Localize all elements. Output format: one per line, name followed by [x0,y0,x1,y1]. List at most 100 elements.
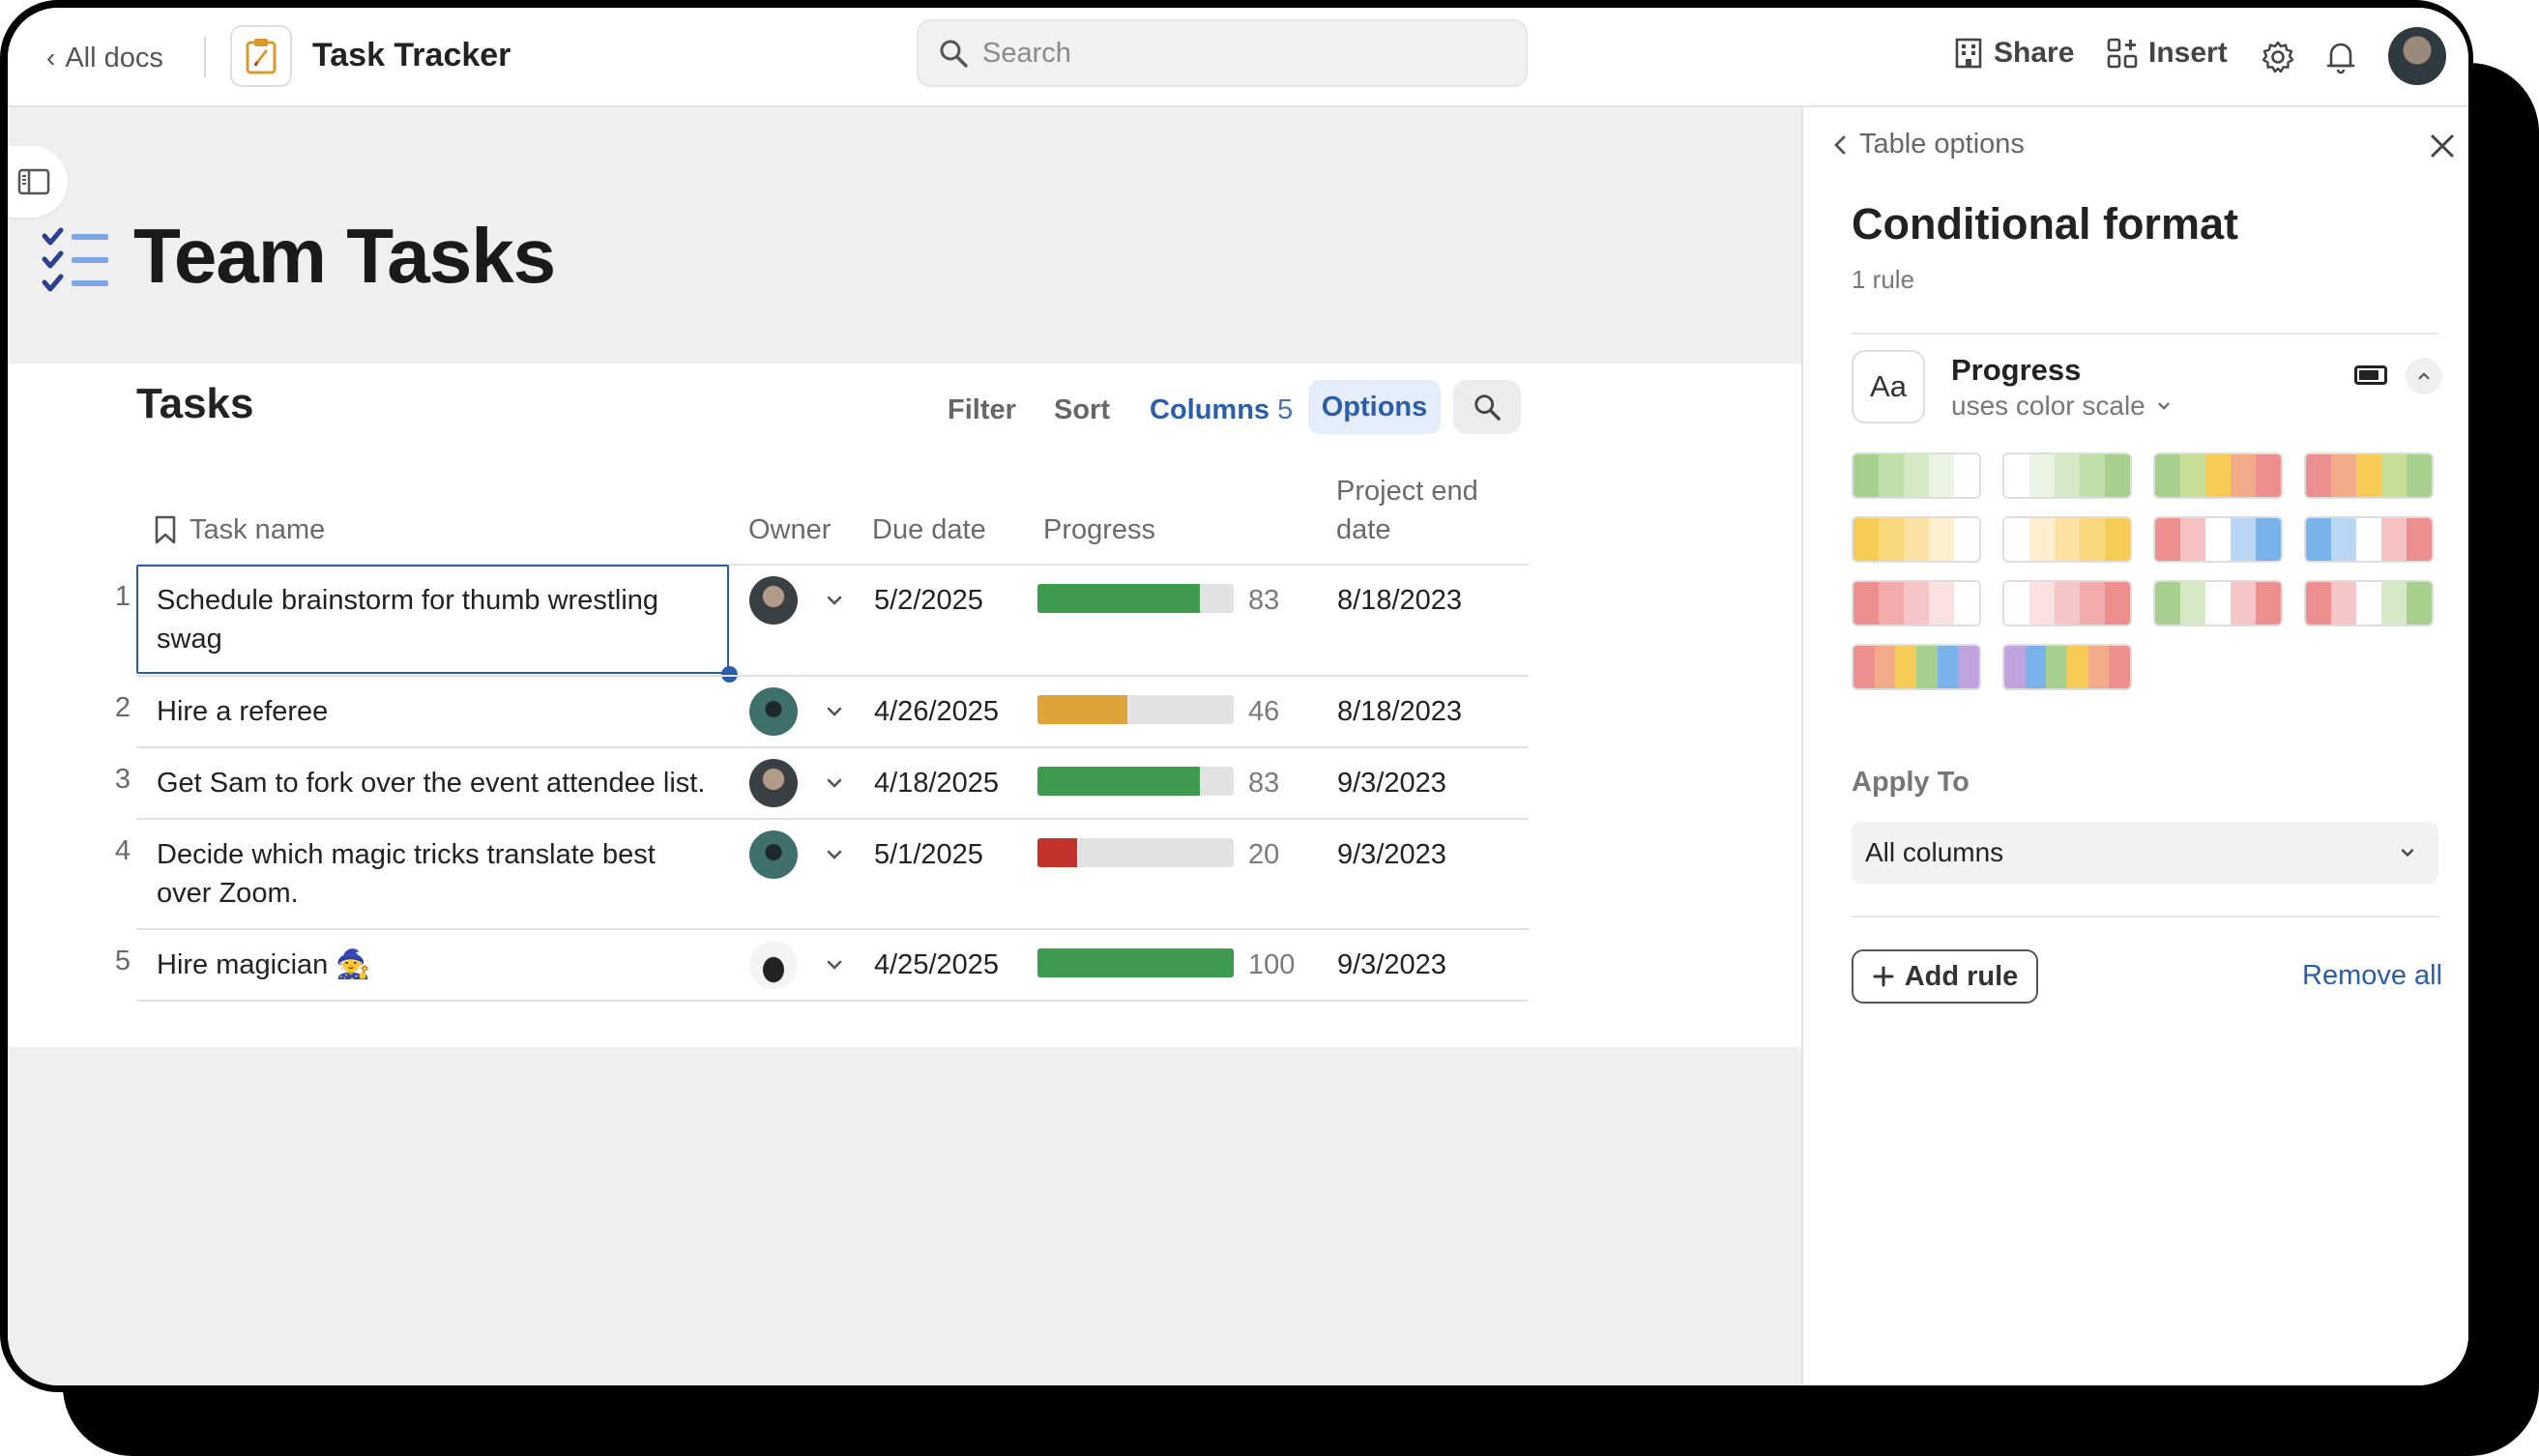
rule-toggle[interactable] [2354,365,2387,385]
swatch-color-segment [2155,582,2180,625]
color-scale-swatch[interactable] [2153,516,2283,563]
search-input[interactable] [982,37,1485,70]
swatch-color-segment [2055,454,2080,497]
header-task-name-label: Task name [190,514,326,545]
task-name-cell[interactable]: Get Sam to fork over the event attendee … [157,764,705,802]
project-end-cell[interactable]: 9/3/2023 [1337,764,1446,802]
all-docs-link[interactable]: ‹ All docs [46,37,163,79]
color-scale-swatch[interactable] [2002,516,2132,563]
color-scale-swatch[interactable] [1852,516,1981,563]
add-rule-button[interactable]: Add rule [1852,949,2038,1004]
clipboard-icon [246,39,277,74]
progress-fill [1037,695,1128,724]
swatch-color-segment [1879,454,1904,497]
swatch-color-segment [2407,582,2432,625]
insert-icon [2107,38,2138,69]
swatch-color-segment [1929,518,1954,561]
swatch-color-segment [2256,582,2281,625]
user-avatar[interactable] [2388,27,2446,85]
rule-count: 1 rule [1852,265,1915,294]
sidebar-toggle-icon[interactable] [8,146,68,218]
share-button[interactable]: Share [1953,37,2074,70]
swatch-color-segment [2180,518,2205,561]
chevron-down-icon[interactable] [823,700,846,723]
swatch-color-segment [2004,454,2029,497]
color-scale-swatch[interactable] [1852,452,1981,499]
table-search-button[interactable] [1453,380,1521,434]
project-end-cell[interactable]: 8/18/2023 [1337,692,1462,731]
close-icon[interactable] [2425,129,2460,163]
apply-to-select[interactable]: All columns [1852,822,2438,884]
progress-bar [1037,838,1234,867]
color-scale-swatch[interactable] [2304,452,2434,499]
toggle-knob [2359,370,2378,380]
task-name-cell[interactable]: Hire magician 🧙 [157,946,370,984]
swatch-color-segment [2004,518,2029,561]
color-scale-swatch[interactable] [2002,452,2132,499]
swatch-color-segment [2046,646,2068,688]
bell-icon[interactable] [2320,37,2361,77]
project-end-cell[interactable]: 9/3/2023 [1337,946,1446,984]
text-format-icon[interactable]: Aa [1852,350,1925,423]
header-due-date[interactable]: Due date [872,510,986,549]
color-scale-swatch[interactable] [2002,580,2132,626]
bookmark-icon [155,515,176,544]
chevron-down-icon[interactable] [823,772,846,795]
swatch-color-segment [2205,582,2231,625]
swatch-color-segment [1954,582,1979,625]
swatch-color-segment [2407,454,2432,497]
due-date-cell[interactable]: 4/26/2025 [874,692,999,731]
chevron-down-icon[interactable] [823,589,846,612]
swatch-color-segment [2180,454,2205,497]
collapse-rule-button[interactable] [2406,358,2442,394]
row-divider [136,818,1529,820]
color-scale-swatch[interactable] [1852,644,1981,690]
filter-button[interactable]: Filter [948,394,1016,426]
remove-all-link[interactable]: Remove all [2302,960,2442,992]
due-date-cell[interactable]: 5/1/2025 [874,835,983,874]
options-button[interactable]: Options [1308,380,1441,434]
color-scale-swatch[interactable] [2002,644,2132,690]
task-name-cell[interactable]: Decide which magic tricks translate best… [157,835,717,913]
task-name-cell[interactable]: Hire a referee [157,692,328,731]
cell-selection-outline [136,565,729,674]
rule-column-name: Progress [1951,353,2082,387]
swatch-color-segment [2155,518,2180,561]
due-date-cell[interactable]: 5/2/2025 [874,581,983,620]
row-number: 4 [114,835,131,866]
header-progress[interactable]: Progress [1043,510,1155,549]
divider [204,37,206,77]
due-date-cell[interactable]: 4/25/2025 [874,946,999,984]
swatch-color-segment [1853,518,1879,561]
color-scale-swatch[interactable] [1852,580,1981,626]
color-scale-swatch[interactable] [2153,452,2283,499]
due-date-cell[interactable]: 4/18/2025 [874,764,999,802]
color-scale-swatch[interactable] [2304,516,2434,563]
chevron-down-icon[interactable] [823,843,846,866]
color-scale-swatch[interactable] [2304,580,2434,626]
swatch-color-segment [2407,518,2432,561]
owner-avatar[interactable] [749,941,798,989]
project-end-cell[interactable]: 8/18/2023 [1337,581,1462,620]
rule-mode-dropdown[interactable]: uses color scale [1951,391,2173,422]
owner-avatar[interactable] [749,687,798,736]
columns-button[interactable]: Columns 5 [1150,394,1293,426]
page-title: Team Tasks [133,213,556,299]
color-scale-swatch[interactable] [2153,580,2283,626]
sort-button[interactable]: Sort [1054,394,1110,426]
owner-avatar[interactable] [749,830,798,879]
project-end-cell[interactable]: 9/3/2023 [1337,835,1446,874]
chevron-down-icon[interactable] [823,953,846,976]
header-task-name[interactable]: Task name [153,510,325,549]
table-options-back-link[interactable]: Table options [1832,129,2025,160]
row-number: 3 [114,764,131,795]
search-bar[interactable] [917,19,1528,87]
header-owner[interactable]: Owner [748,510,831,549]
doc-icon[interactable] [230,25,292,87]
header-project-end-date[interactable]: Project end date [1336,472,1478,549]
owner-avatar[interactable] [749,576,798,625]
settings-icon[interactable] [2258,37,2298,77]
owner-avatar[interactable] [749,759,798,807]
insert-button[interactable]: Insert [2106,37,2228,70]
swatch-color-segment [2025,646,2047,688]
